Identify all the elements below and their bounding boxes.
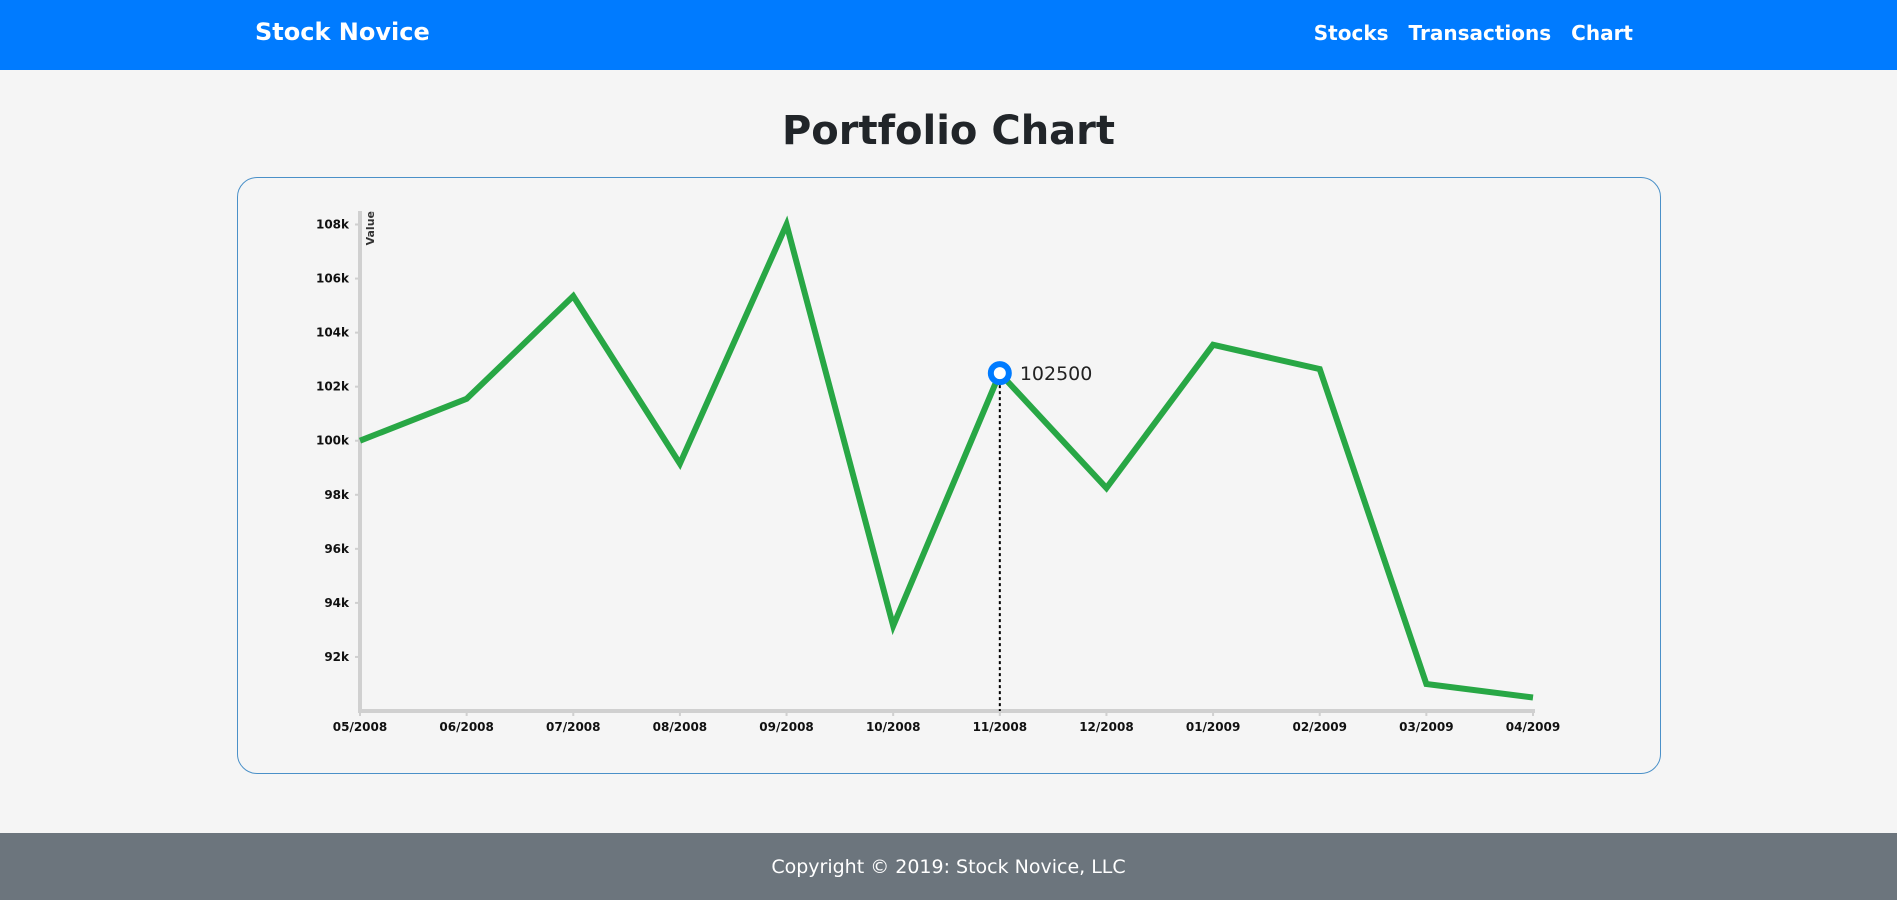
x-tick-label: 06/2008 <box>439 720 493 734</box>
highlight-value-label: 102500 <box>1020 363 1093 385</box>
footer: Copyright © 2019: Stock Novice, LLC <box>0 833 1897 900</box>
x-tick-label: 05/2008 <box>333 720 387 734</box>
y-tick-label: 98k <box>324 488 350 502</box>
y-tick-label: 102k <box>316 380 350 394</box>
nav-link-transactions[interactable]: Transactions <box>1409 21 1552 45</box>
x-tick-label: 08/2008 <box>653 720 707 734</box>
x-tick-label: 02/2009 <box>1292 720 1346 734</box>
x-tick-label: 09/2008 <box>759 720 813 734</box>
nav-link-chart[interactable]: Chart <box>1571 21 1633 45</box>
y-tick-label: 92k <box>324 650 350 664</box>
x-tick-label: 12/2008 <box>1079 720 1133 734</box>
footer-copyright: Copyright © 2019: Stock Novice, LLC <box>771 856 1126 878</box>
nav-link-stocks[interactable]: Stocks <box>1314 21 1389 45</box>
x-tick-label: 11/2008 <box>973 720 1027 734</box>
chart-card: 92k 94k 96k 98k 100k 102k 104k 106k 108k Value 05/… <box>237 177 1661 774</box>
y-tick-label: 94k <box>324 596 350 610</box>
y-tick-label: 104k <box>316 326 350 340</box>
nav-links: Stocks Transactions Chart <box>1314 21 1633 45</box>
page-title: Portfolio Chart <box>781 108 1116 154</box>
y-tick-label: 96k <box>324 542 350 556</box>
portfolio-line-chart[interactable]: 92k 94k 96k 98k 100k 102k 104k 106k 108k Value 05/… <box>238 178 1660 773</box>
brand-link[interactable]: Stock Novice <box>255 18 430 46</box>
x-tick-label: 01/2009 <box>1186 720 1240 734</box>
highlight-marker <box>987 361 1012 386</box>
x-tick-label: 03/2009 <box>1399 720 1453 734</box>
y-tick-label: 100k <box>316 434 350 448</box>
y-tick-label: 106k <box>316 272 350 286</box>
series-line <box>358 215 1534 701</box>
y-tick-label: 108k <box>316 218 350 232</box>
x-tick-label: 07/2008 <box>546 720 600 734</box>
x-tick-label: 10/2008 <box>866 720 920 734</box>
x-tick-label: 04/2009 <box>1506 720 1560 734</box>
navbar: Stock Novice Stocks Transactions Chart <box>0 0 1897 70</box>
y-axis-title: Value <box>364 211 377 245</box>
